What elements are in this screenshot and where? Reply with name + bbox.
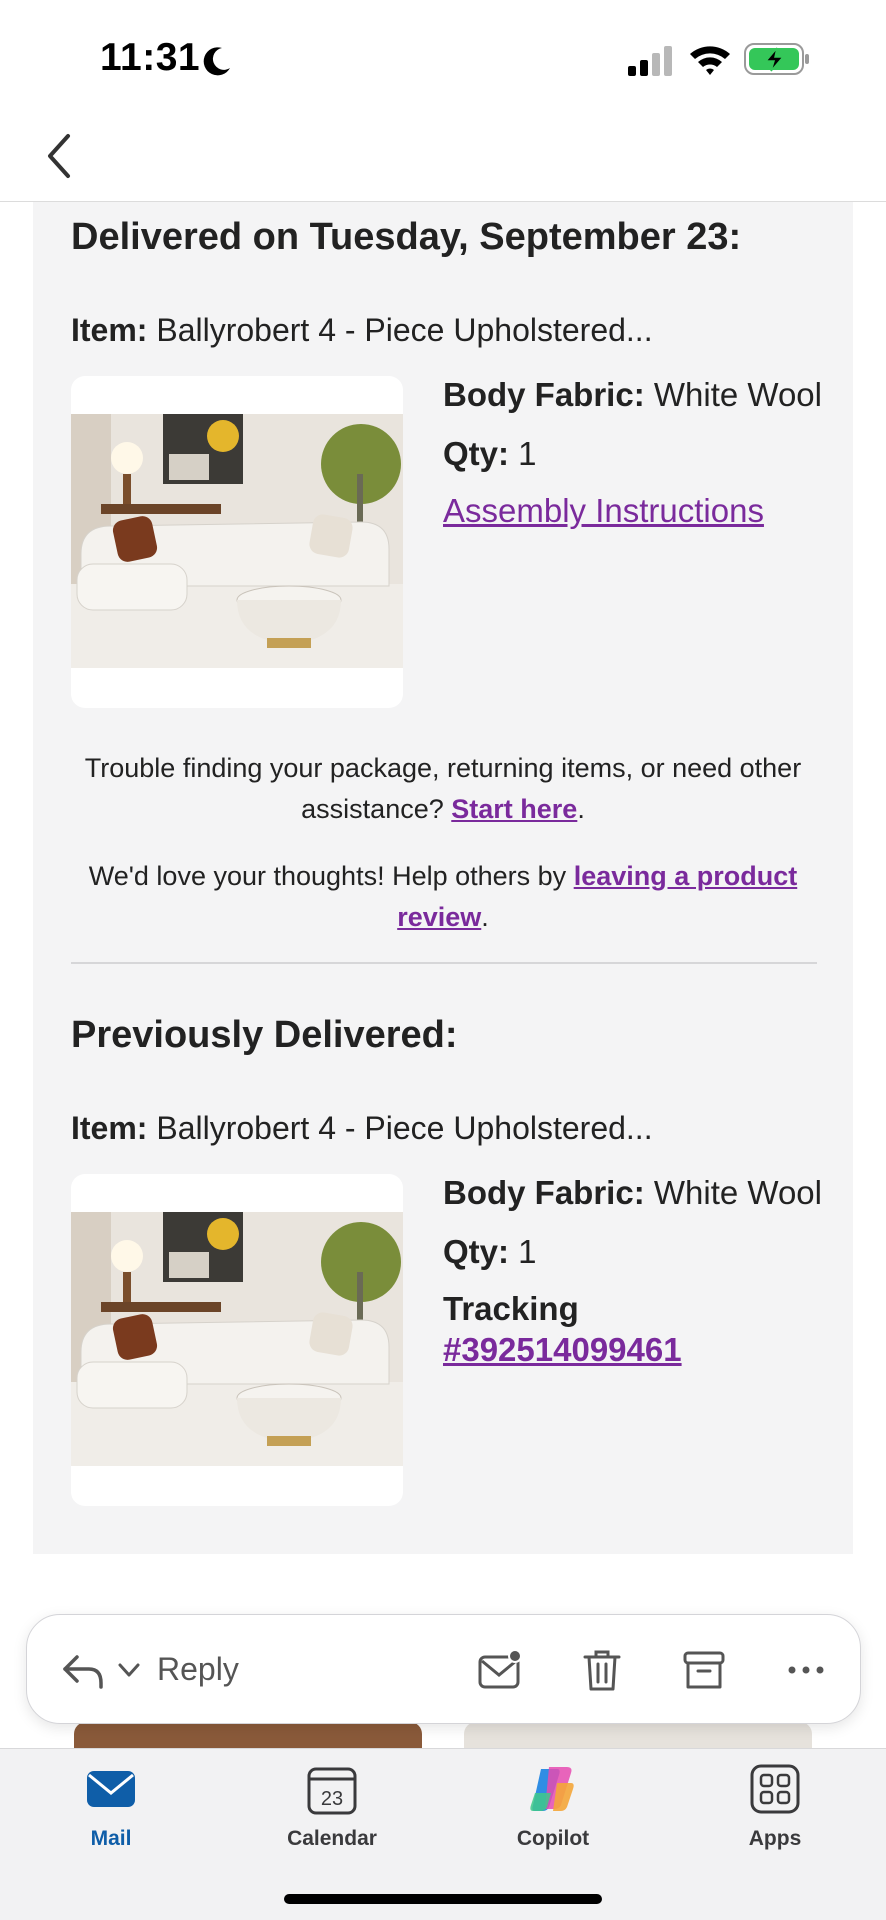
reply-button-label[interactable]: Reply (157, 1651, 239, 1688)
delivered-item-line: Item: Ballyrobert 4 - Piece Upholstered.… (71, 312, 653, 349)
chevron-down-icon[interactable] (117, 1661, 141, 1679)
tracking-label: Tracking (443, 1290, 579, 1327)
tab-copilot[interactable]: Copilot (483, 1763, 623, 1873)
previous-item-line: Item: Ballyrobert 4 - Piece Upholstered.… (71, 1110, 653, 1147)
assembly-instructions-link[interactable]: Assembly Instructions (443, 492, 764, 529)
status-time: 11:31 (100, 36, 201, 79)
tab-mail[interactable]: Mail (41, 1763, 181, 1873)
battery-charging-icon (744, 43, 809, 75)
trash-icon[interactable] (579, 1647, 625, 1693)
product-image-card[interactable] (71, 1174, 403, 1506)
fabric-row: Body Fabric: White Wool (443, 374, 823, 415)
qty-value: 1 (518, 435, 537, 472)
delivered-heading: Delivered on Tuesday, September 23: (71, 216, 742, 258)
review-text: We'd love your thoughts! Help others by … (53, 856, 833, 938)
apps-icon (750, 1764, 800, 1814)
tab-apps-label: Apps (748, 1827, 802, 1850)
tracking-number-link[interactable]: #392514099461 (443, 1331, 682, 1368)
help-period: . (577, 794, 585, 824)
tab-apps[interactable]: Apps (705, 1763, 845, 1873)
content-peek-image (464, 1722, 812, 1748)
help-text-body: Trouble finding your package, returning … (84, 753, 802, 824)
item-label: Item: (71, 312, 148, 348)
qty-value: 1 (518, 1233, 537, 1270)
mail-icon (87, 1771, 135, 1807)
home-indicator (284, 1894, 602, 1904)
previous-details: Body Fabric: White Wool Qty: 1 Tracking … (443, 1172, 823, 1370)
calendar-icon: 23 (307, 1767, 357, 1815)
review-text-body: We'd love your thoughts! Help others by (88, 861, 567, 891)
calendar-day: 23 (321, 1788, 343, 1810)
fabric-label: Body Fabric: (443, 376, 645, 413)
fabric-row: Body Fabric: White Wool (443, 1172, 823, 1213)
product-image-card[interactable] (71, 376, 403, 708)
fabric-value: White Wool (653, 376, 822, 413)
email-body: Delivered on Tuesday, September 23: Item… (33, 202, 853, 1554)
qty-row: Qty: 1 (443, 1231, 823, 1272)
more-icon[interactable] (783, 1647, 829, 1693)
nav-header (0, 110, 886, 202)
fabric-value: White Wool (653, 1174, 822, 1211)
archive-icon[interactable] (681, 1647, 727, 1693)
help-text: Trouble finding your package, returning … (53, 748, 833, 830)
reply-icon[interactable] (61, 1651, 105, 1691)
review-period: . (481, 902, 489, 932)
status-bar: 11:31 (0, 0, 886, 110)
tab-calendar[interactable]: 23 Calendar (262, 1763, 402, 1873)
delivered-details: Body Fabric: White Wool Qty: 1 Assembly … (443, 374, 823, 531)
item-name: Ballyrobert 4 - Piece Upholstered... (156, 1110, 653, 1146)
section-divider (71, 962, 817, 964)
back-chevron-icon[interactable] (40, 130, 80, 182)
previously-delivered-heading: Previously Delivered: (71, 1014, 458, 1056)
fabric-label: Body Fabric: (443, 1174, 645, 1211)
content-peek-image (74, 1722, 422, 1748)
mark-unread-icon[interactable] (477, 1647, 523, 1693)
tab-mail-label: Mail (90, 1827, 132, 1850)
copilot-icon (530, 1767, 574, 1811)
cellular-signal-icon (628, 46, 672, 76)
qty-label: Qty: (443, 1233, 509, 1270)
tab-calendar-label: Calendar (287, 1827, 377, 1850)
moon-icon (203, 47, 230, 76)
message-action-bar: Reply (26, 1614, 861, 1724)
sofa-product-image (71, 1212, 403, 1466)
start-here-link[interactable]: Start here (451, 794, 577, 824)
wifi-icon (690, 46, 730, 75)
qty-label: Qty: (443, 435, 509, 472)
tracking-row: Tracking #392514099461 (443, 1288, 823, 1370)
tab-copilot-label: Copilot (516, 1827, 590, 1850)
qty-row: Qty: 1 (443, 433, 823, 474)
item-name: Ballyrobert 4 - Piece Upholstered... (156, 312, 653, 348)
item-label: Item: (71, 1110, 148, 1146)
sofa-product-image (71, 414, 403, 668)
